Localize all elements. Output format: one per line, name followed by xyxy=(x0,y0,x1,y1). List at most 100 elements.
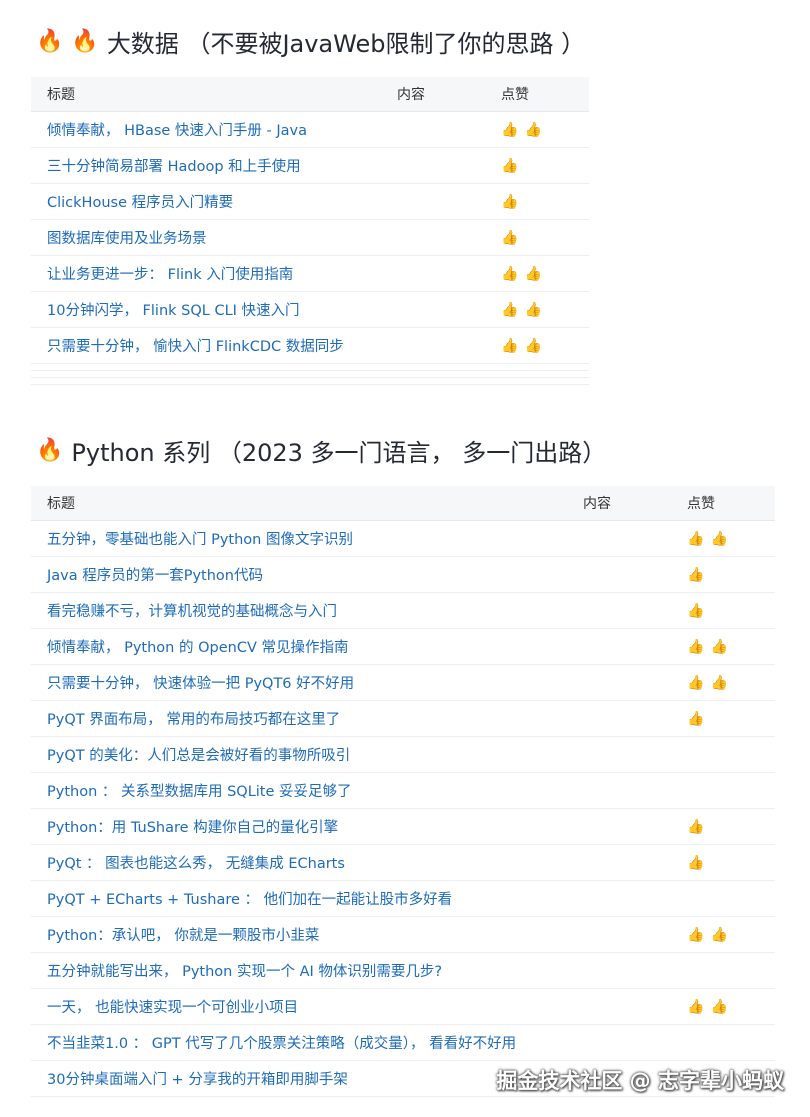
article-link[interactable]: 倾情奉献， HBase 快速入门手册 - Java xyxy=(31,119,397,140)
table-row: 倾情奉献， HBase 快速入门手册 - Java 👍 👍 xyxy=(31,112,589,148)
article-link[interactable]: PyQT 界面布局， 常用的布局技巧都在这里了 xyxy=(31,708,583,729)
table-row: 看完稳赚不亏，计算机视觉的基础概念与入门 👍 xyxy=(31,593,775,629)
article-link[interactable]: 让业务更进一步： Flink 入门使用指南 xyxy=(31,263,397,284)
thumbs-up-icon: 👍 xyxy=(710,638,728,655)
likes-cell: 👍 👍 xyxy=(501,302,542,318)
thumbs-up-icon: 👍 xyxy=(687,602,705,619)
article-link[interactable]: 五分钟，零基础也能入门 Python 图像文字识别 xyxy=(31,528,583,549)
thumbs-up-icon: 👍 xyxy=(524,301,542,318)
bigdata-table: 标题 内容 点赞 倾情奉献， HBase 快速入门手册 - Java 👍 👍 三十分钟… xyxy=(31,77,589,385)
article-link[interactable]: 三十分钟简易部署 Hadoop 和上手使用 xyxy=(31,155,397,176)
article-link[interactable]: 只需要十分钟， 快速体验一把 PyQT6 好不好用 xyxy=(31,672,583,693)
table-row: PyQt ： 图表也能这么秀， 无缝集成 ECharts 👍 xyxy=(31,845,775,881)
thumbs-up-icon: 👍 xyxy=(687,818,705,835)
table-header: 标题 内容 点赞 xyxy=(31,77,589,112)
thumbs-up-icon: 👍 xyxy=(687,566,705,583)
thumbs-up-icon: 👍 xyxy=(524,265,542,282)
watermark: 掘金技术社区 @ 志字辈小蚂蚁 xyxy=(496,1069,784,1093)
article-link[interactable]: 倾情奉献， Python 的 OpenCV 常见操作指南 xyxy=(31,636,583,657)
likes-cell: 👍 👍 xyxy=(501,266,542,282)
likes-cell: 👍 xyxy=(501,194,518,210)
section-title-bigdata: 🔥 🔥 大数据 （不要被JavaWeb限制了你的思路 ） xyxy=(36,24,585,59)
likes-cell: 👍 👍 xyxy=(687,639,728,655)
likes-cell: 👍 👍 xyxy=(687,531,728,547)
table-row: PyQT 界面布局， 常用的布局技巧都在这里了 👍 xyxy=(31,701,775,737)
thumbs-up-icon: 👍 xyxy=(501,157,519,174)
thumbs-up-icon: 👍 xyxy=(687,926,705,943)
table-row: 不当韭菜1.0 ： GPT 代写了几个股票关注策略（成交量）， 看看好不好用 xyxy=(31,1025,775,1061)
table-row: 图数据库使用及业务场景 👍 xyxy=(31,220,589,256)
likes-cell: 👍 xyxy=(687,603,704,619)
section-title-text: 大数据 （不要被JavaWeb限制了你的思路 ） xyxy=(106,30,586,58)
fire-icon: 🔥 xyxy=(71,28,99,54)
article-link[interactable]: 看完稳赚不亏，计算机视觉的基础概念与入门 xyxy=(31,600,583,621)
article-link[interactable]: 图数据库使用及业务场景 xyxy=(31,227,397,248)
table-row: Python：用 TuShare 构建你自己的量化引擎 👍 xyxy=(31,809,775,845)
likes-cell: 👍 👍 xyxy=(501,122,542,138)
likes-cell: 👍 👍 xyxy=(501,338,542,354)
article-link[interactable]: 只需要十分钟， 愉快入门 FlinkCDC 数据同步 xyxy=(31,335,397,356)
thumbs-up-icon: 👍 xyxy=(524,121,542,138)
likes-cell: 👍 xyxy=(501,230,518,246)
table-row: 让业务更进一步： Flink 入门使用指南 👍 👍 xyxy=(31,256,589,292)
header-content: 内容 xyxy=(583,496,611,512)
table-row: Python：承认吧， 你就是一颗股市小韭菜 👍 👍 xyxy=(31,917,775,953)
article-link[interactable]: PyQT + ECharts + Tushare ： 他们加在一起能让股市多好看 xyxy=(31,888,583,909)
header-title: 标题 xyxy=(47,496,75,512)
likes-cell: 👍 xyxy=(687,711,704,727)
thumbs-up-icon: 👍 xyxy=(687,998,705,1015)
article-link[interactable]: 10分钟闪学， Flink SQL CLI 快速入门 xyxy=(31,299,397,320)
likes-cell: 👍 xyxy=(687,855,704,871)
python-table: 标题 内容 点赞 五分钟，零基础也能入门 Python 图像文字识别 👍 👍 Java… xyxy=(31,486,775,1097)
fire-icon: 🔥 xyxy=(36,437,64,463)
article-link[interactable]: 五分钟就能写出来， Python 实现一个 AI 物体识别需要几步? xyxy=(31,960,583,981)
header-likes: 点赞 xyxy=(687,496,715,512)
thumbs-up-icon: 👍 xyxy=(687,530,705,547)
table-row: PyQT + ECharts + Tushare ： 他们加在一起能让股市多好看 xyxy=(31,881,775,917)
table-row: PyQT 的美化：人们总是会被好看的事物所吸引 xyxy=(31,737,775,773)
thumbs-up-icon: 👍 xyxy=(501,337,519,354)
thumbs-up-icon: 👍 xyxy=(687,854,705,871)
article-link[interactable]: Python ： 关系型数据库用 SQLite 妥妥足够了 xyxy=(31,780,583,801)
header-content: 内容 xyxy=(397,87,425,103)
header-likes: 点赞 xyxy=(501,87,529,103)
section-title-text: Python 系列 （2023 多一门语言， 多一门出路） xyxy=(71,439,607,467)
table-row: 一天， 也能快速实现一个可创业小项目 👍 👍 xyxy=(31,989,775,1025)
empty-row xyxy=(31,371,589,378)
likes-cell: 👍 xyxy=(687,567,704,583)
likes-cell: 👍 xyxy=(501,158,518,174)
thumbs-up-icon: 👍 xyxy=(687,638,705,655)
table-row: 三十分钟简易部署 Hadoop 和上手使用 👍 xyxy=(31,148,589,184)
thumbs-up-icon: 👍 xyxy=(501,229,519,246)
thumbs-up-icon: 👍 xyxy=(710,674,728,691)
article-link[interactable]: ClickHouse 程序员入门精要 xyxy=(31,191,397,212)
empty-row xyxy=(31,378,589,385)
table-row: Java 程序员的第一套Python代码 👍 xyxy=(31,557,775,593)
likes-cell: 👍 xyxy=(687,819,704,835)
table-row: 倾情奉献， Python 的 OpenCV 常见操作指南 👍 👍 xyxy=(31,629,775,665)
thumbs-up-icon: 👍 xyxy=(501,121,519,138)
table-row: ClickHouse 程序员入门精要 👍 xyxy=(31,184,589,220)
empty-row xyxy=(31,364,589,371)
article-link[interactable]: 一天， 也能快速实现一个可创业小项目 xyxy=(31,996,583,1017)
article-link[interactable]: 不当韭菜1.0 ： GPT 代写了几个股票关注策略（成交量）， 看看好不好用 xyxy=(31,1032,583,1053)
table-row: Python ： 关系型数据库用 SQLite 妥妥足够了 xyxy=(31,773,775,809)
article-link[interactable]: Python：用 TuShare 构建你自己的量化引擎 xyxy=(31,816,583,837)
thumbs-up-icon: 👍 xyxy=(501,265,519,282)
thumbs-up-icon: 👍 xyxy=(524,337,542,354)
table-row: 10分钟闪学， Flink SQL CLI 快速入门 👍 👍 xyxy=(31,292,589,328)
table-header: 标题 内容 点赞 xyxy=(31,486,775,521)
likes-cell: 👍 👍 xyxy=(687,675,728,691)
table-row: 只需要十分钟， 愉快入门 FlinkCDC 数据同步 👍 👍 xyxy=(31,328,589,364)
thumbs-up-icon: 👍 xyxy=(687,710,705,727)
thumbs-up-icon: 👍 xyxy=(710,998,728,1015)
table-row: 五分钟，零基础也能入门 Python 图像文字识别 👍 👍 xyxy=(31,521,775,557)
article-link[interactable]: Python：承认吧， 你就是一颗股市小韭菜 xyxy=(31,924,583,945)
article-link[interactable]: PyQt ： 图表也能这么秀， 无缝集成 ECharts xyxy=(31,852,583,873)
thumbs-up-icon: 👍 xyxy=(501,301,519,318)
article-link[interactable]: PyQT 的美化：人们总是会被好看的事物所吸引 xyxy=(31,744,583,765)
likes-cell: 👍 👍 xyxy=(687,999,728,1015)
thumbs-up-icon: 👍 xyxy=(710,530,728,547)
article-link[interactable]: Java 程序员的第一套Python代码 xyxy=(31,564,583,585)
fire-icon: 🔥 xyxy=(36,28,64,54)
